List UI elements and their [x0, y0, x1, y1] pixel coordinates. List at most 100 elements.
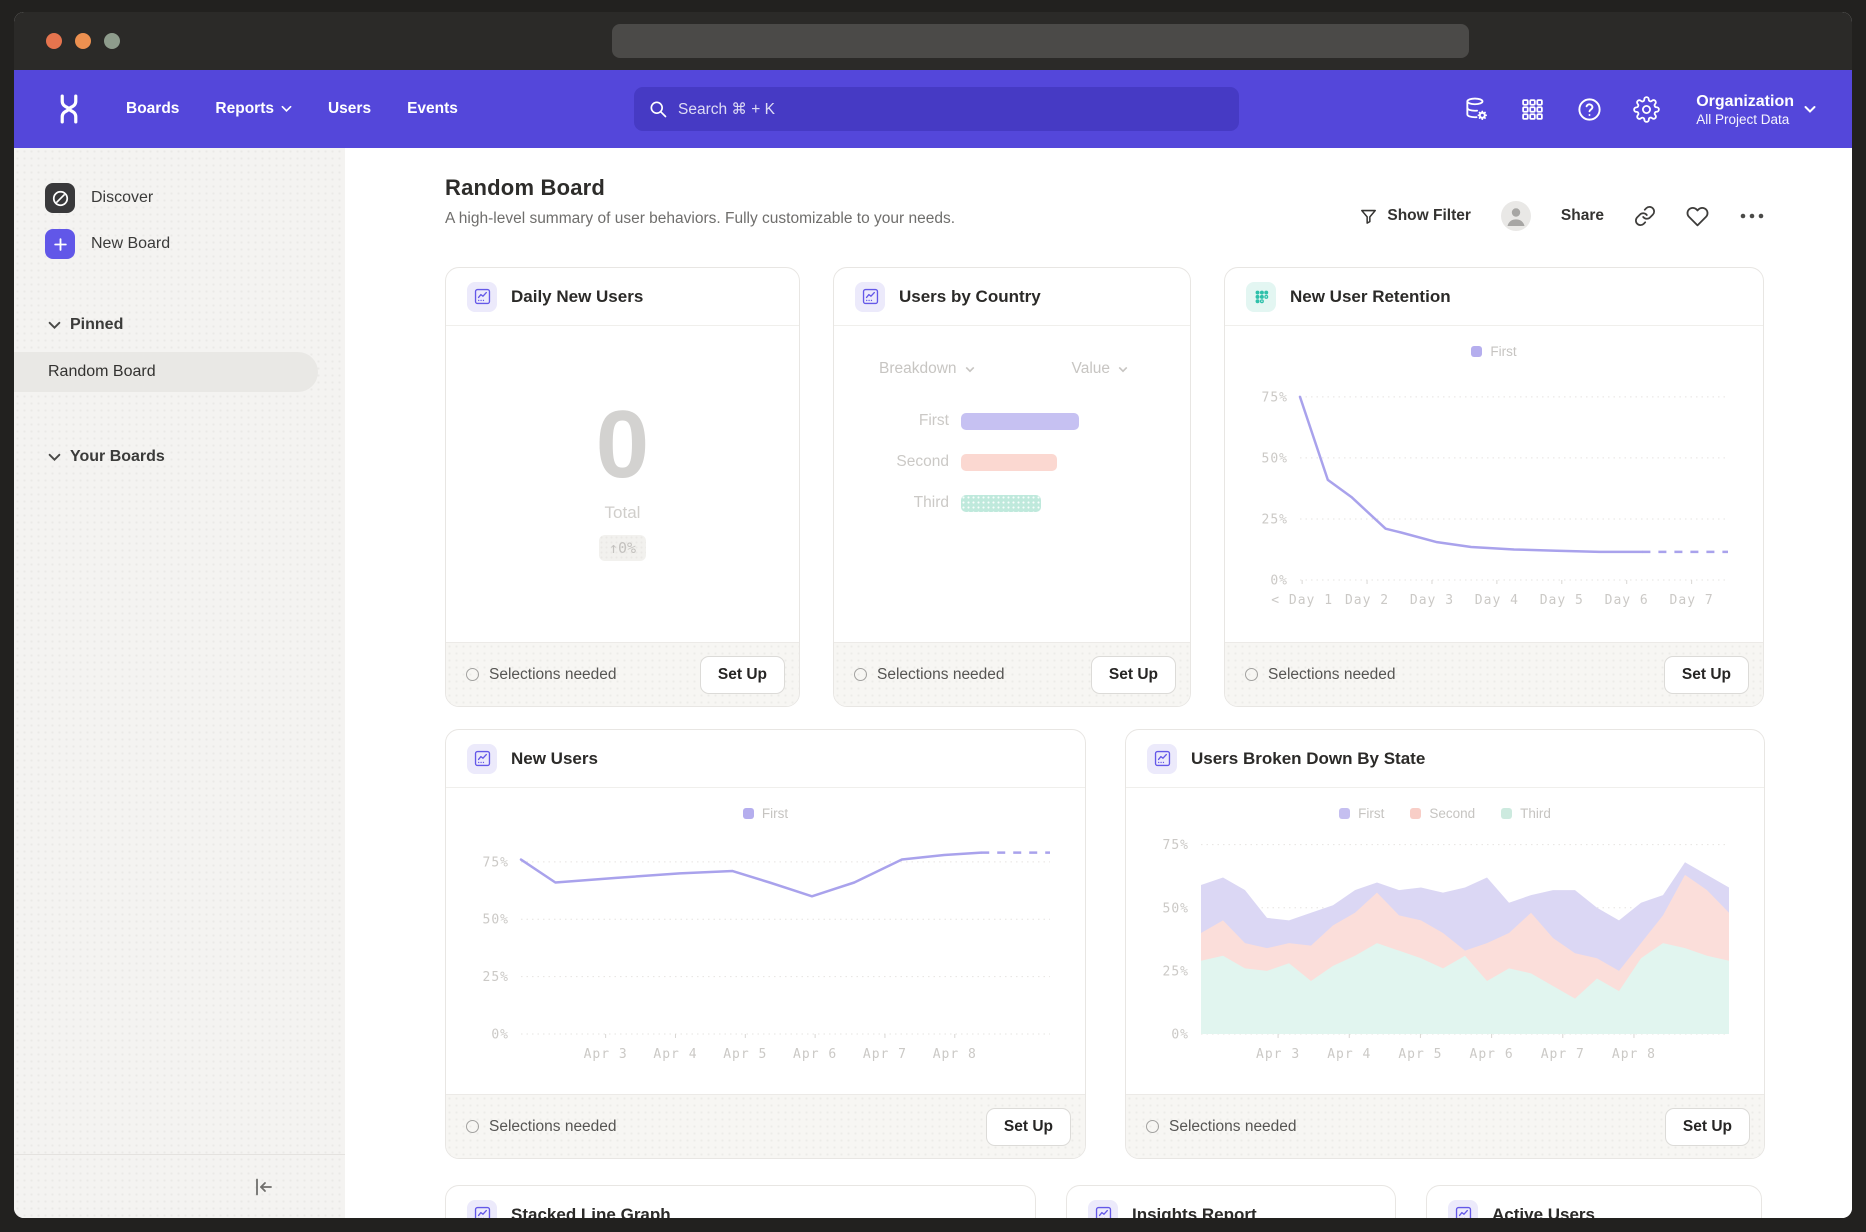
retention-line-chart: 75%50%25%0%< Day 1Day 2Day 3Day 4Day 5Da…	[1244, 362, 1744, 610]
metric-label: Total	[605, 503, 641, 523]
card-header[interactable]: Daily New Users	[446, 268, 799, 326]
breakdown-select[interactable]: Breakdown	[879, 360, 975, 378]
set-up-button[interactable]: Set Up	[1664, 656, 1749, 694]
app-grid-icon[interactable]	[1519, 96, 1546, 123]
zoom-window-button[interactable]	[104, 33, 120, 49]
value-select[interactable]: Value	[1072, 360, 1129, 378]
bar-first	[961, 413, 1079, 430]
page-title: Random Board	[445, 175, 1765, 201]
svg-text:Day 6: Day 6	[1605, 593, 1649, 608]
sidebar-item-random-board[interactable]: Random Board	[14, 352, 318, 392]
line-chart-icon	[467, 282, 497, 312]
nav-item-events[interactable]: Events	[407, 100, 458, 118]
copy-link-icon[interactable]	[1634, 205, 1656, 227]
card-header[interactable]: Users Broken Down By State	[1126, 730, 1764, 788]
card-body: Breakdown Value First	[834, 326, 1190, 642]
settings-gear-icon[interactable]	[1633, 96, 1660, 123]
retention-grid-icon	[1246, 282, 1276, 312]
search-input[interactable]: Search ⌘ + K	[634, 87, 1239, 131]
sidebar-item-new-board[interactable]: New Board	[14, 222, 345, 266]
selections-needed-status: Selections needed	[1146, 1118, 1297, 1136]
sidebar-section-pinned[interactable]: Pinned	[14, 310, 345, 340]
card-daily-new-users: Daily New Users 0 Total ↑0%	[445, 267, 800, 707]
close-window-button[interactable]	[46, 33, 62, 49]
avatar[interactable]	[1501, 201, 1531, 231]
minimize-window-button[interactable]	[75, 33, 91, 49]
org-project-selector[interactable]: Organization All Project Data	[1696, 92, 1816, 127]
nav-item-boards[interactable]: Boards	[126, 100, 179, 118]
more-options-icon[interactable]	[1739, 211, 1765, 221]
nav-left-group: Boards Reports Users Events	[54, 70, 458, 148]
svg-text:Apr 8: Apr 8	[1612, 1047, 1656, 1062]
svg-text:75%: 75%	[1262, 390, 1288, 405]
bar-second	[961, 454, 1057, 471]
mixpanel-logo-icon[interactable]	[54, 93, 84, 125]
card-body: First Second Third	[1126, 788, 1764, 1094]
nav-item-users[interactable]: Users	[328, 100, 371, 118]
legend-swatch	[1471, 346, 1482, 357]
svg-text:75%: 75%	[483, 855, 509, 870]
card-header[interactable]: New User Retention	[1225, 268, 1763, 326]
card-footer: Selections needed Set Up	[1225, 642, 1763, 706]
country-row: First	[834, 412, 1190, 430]
selections-needed-status: Selections needed	[854, 666, 1005, 684]
card-new-users: New Users First 75%50%25%0%Apr 3Apr 4Apr…	[445, 729, 1086, 1159]
status-circle-icon	[1245, 668, 1258, 681]
legend-swatch	[1410, 808, 1421, 819]
svg-text:Day 3: Day 3	[1410, 593, 1454, 608]
address-bar[interactable]	[612, 24, 1469, 58]
chevron-down-icon	[1118, 366, 1128, 373]
svg-text:Apr 6: Apr 6	[1470, 1047, 1514, 1062]
chevron-down-icon	[1804, 105, 1816, 114]
chevron-down-icon	[965, 366, 975, 373]
chart-legend: First	[446, 788, 1085, 824]
card-new-user-retention: New User Retention First 75%50%25%0%< Da…	[1224, 267, 1764, 707]
search-placeholder: Search ⌘ + K	[678, 100, 775, 119]
help-icon[interactable]	[1576, 96, 1603, 123]
legend-item: First	[1339, 802, 1384, 824]
top-nav: Boards Reports Users Events Search ⌘ + K	[14, 70, 1852, 148]
svg-text:Apr 4: Apr 4	[1327, 1047, 1371, 1062]
chevron-down-icon	[48, 453, 61, 462]
sidebar-section-your-boards[interactable]: Your Boards	[14, 442, 345, 472]
card-body: 0 Total ↑0%	[446, 326, 799, 642]
legend-item: First	[1471, 340, 1516, 362]
share-button[interactable]: Share	[1561, 207, 1604, 225]
svg-text:0%: 0%	[1171, 1028, 1189, 1043]
line-chart-icon	[855, 282, 885, 312]
sidebar-item-discover[interactable]: Discover	[14, 176, 345, 220]
metric-delta-badge: ↑0%	[599, 535, 646, 561]
favorite-heart-icon[interactable]	[1686, 205, 1709, 228]
country-row: Second	[834, 453, 1190, 471]
card-footer: Selections needed Set Up	[446, 642, 799, 706]
card-header[interactable]: New Users	[446, 730, 1085, 788]
svg-text:75%: 75%	[1163, 838, 1189, 853]
card-header[interactable]: Stacked Line Graph	[446, 1186, 1035, 1218]
set-up-button[interactable]: Set Up	[700, 656, 785, 694]
new-users-line-chart: 75%50%25%0%Apr 3Apr 4Apr 5Apr 6Apr 7Apr …	[465, 824, 1066, 1064]
nav-item-reports[interactable]: Reports	[215, 100, 292, 118]
board-actions: Show Filter Share	[1359, 201, 1765, 231]
card-header[interactable]: Active Users	[1427, 1186, 1761, 1218]
country-row: Third	[834, 494, 1190, 512]
card-users-by-state: Users Broken Down By State First S	[1125, 729, 1765, 1159]
status-circle-icon	[854, 668, 867, 681]
status-circle-icon	[1146, 1120, 1159, 1133]
collapse-sidebar-icon[interactable]	[251, 1175, 275, 1199]
card-header[interactable]: Users by Country	[834, 268, 1190, 326]
set-up-button[interactable]: Set Up	[1091, 656, 1176, 694]
set-up-button[interactable]: Set Up	[1665, 1108, 1750, 1146]
card-insights-report: Insights Report	[1066, 1185, 1396, 1218]
set-up-button[interactable]: Set Up	[986, 1108, 1071, 1146]
filter-funnel-icon	[1359, 207, 1378, 226]
card-active-users: Active Users	[1426, 1185, 1762, 1218]
data-management-icon[interactable]	[1462, 96, 1489, 123]
user-icon	[1501, 201, 1531, 231]
show-filter-button[interactable]: Show Filter	[1359, 207, 1471, 226]
legend-swatch	[743, 808, 754, 819]
svg-text:Apr 3: Apr 3	[584, 1047, 628, 1062]
org-name: Organization	[1696, 92, 1794, 112]
svg-text:Apr 3: Apr 3	[1256, 1047, 1300, 1062]
card-header[interactable]: Insights Report	[1067, 1186, 1395, 1218]
card-stacked-line-graph: Stacked Line Graph	[445, 1185, 1036, 1218]
